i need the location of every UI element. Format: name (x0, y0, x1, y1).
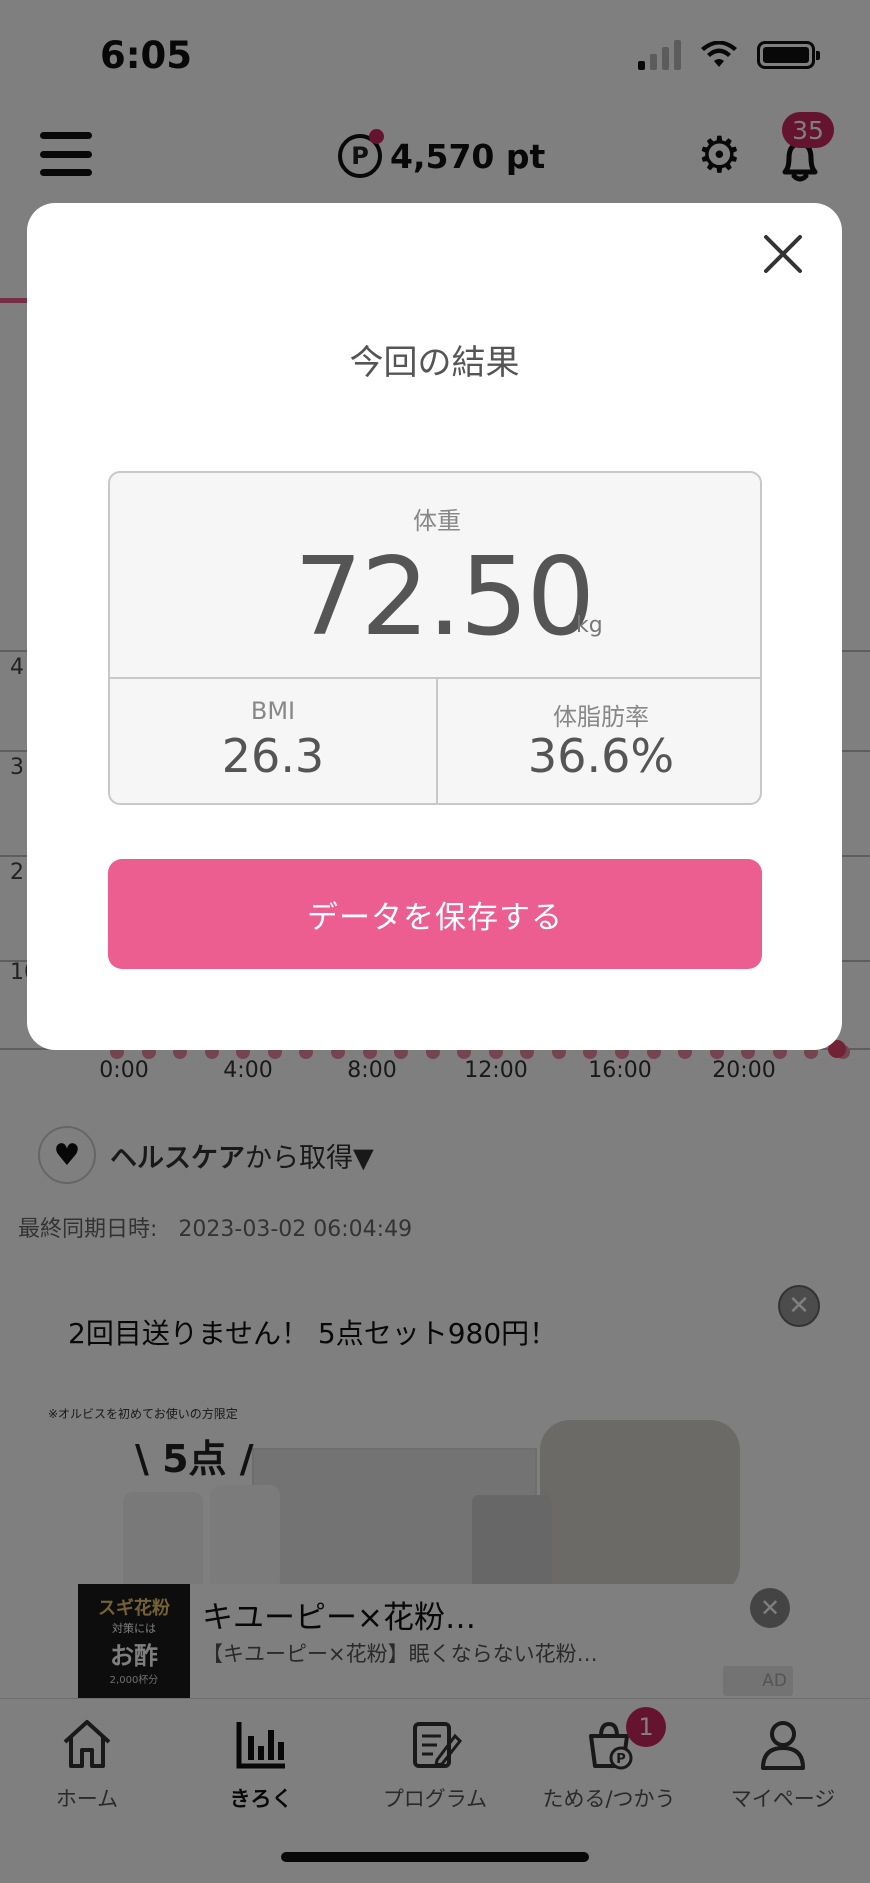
result-box: 体重 72.50 kg BMI 26.3 体脂肪率 36.6% (108, 471, 762, 805)
weight-unit: kg (576, 613, 603, 638)
bmi-value: 26.3 (221, 729, 325, 783)
close-icon[interactable] (760, 231, 806, 277)
weight-label: 体重 (413, 507, 461, 535)
save-data-button[interactable]: データを保存する (108, 859, 762, 969)
result-modal: 今回の結果 体重 72.50 kg BMI 26.3 体脂肪率 36.6% デー… (27, 203, 842, 1050)
modal-title: 今回の結果 (349, 343, 520, 383)
bmi-label: BMI (250, 697, 296, 725)
body-fat-value: 36.6% (527, 729, 675, 783)
body-fat-label: 体脂肪率 (553, 703, 649, 731)
weight-value: 72.50 (294, 535, 595, 660)
